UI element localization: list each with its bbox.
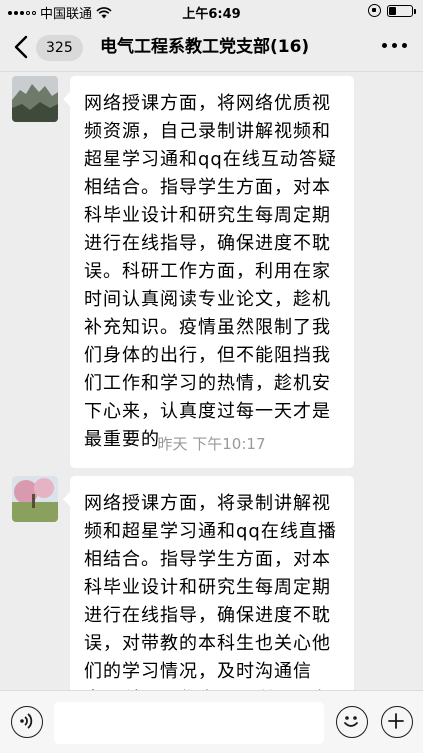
back-arrow-icon[interactable]	[12, 34, 30, 60]
message-list[interactable]: 网络授课方面，将网络优质视频资源，自己录制讲解视频和超星学习通和qq在线互动答疑…	[0, 73, 423, 690]
plus-icon[interactable]	[381, 706, 413, 738]
chat-title: 电气工程系教工党支部(16)	[100, 37, 310, 57]
voice-icon[interactable]	[11, 706, 43, 738]
unread-count-badge[interactable]: 325	[36, 35, 83, 61]
rotation-lock-icon	[368, 4, 381, 17]
emoji-icon[interactable]	[336, 706, 368, 738]
message-bubble[interactable]: 网络授课方面，将录制讲解视频和超星学习通和qq在线直播相结合。指导学生方面，对本…	[63, 476, 354, 690]
status-right	[368, 4, 416, 17]
input-bar	[0, 690, 423, 753]
avatar[interactable]	[12, 476, 58, 522]
message-row: 网络授课方面，将录制讲解视频和超星学习通和qq在线直播相结合。指导学生方面，对本…	[12, 476, 354, 690]
battery-icon	[387, 4, 416, 17]
message-row: 网络授课方面，将网络优质视频资源，自己录制讲解视频和超星学习通和qq在线互动答疑…	[12, 76, 354, 468]
message-bubble[interactable]: 网络授课方面，将网络优质视频资源，自己录制讲解视频和超星学习通和qq在线互动答疑…	[63, 76, 354, 468]
more-dots-icon[interactable]	[382, 43, 407, 48]
message-timestamp: 昨天 下午10:17	[157, 435, 266, 453]
message-input[interactable]	[54, 702, 324, 744]
avatar[interactable]	[12, 76, 58, 122]
chat-header: 325 电气工程系教工党支部(16)	[0, 22, 423, 72]
status-time: 上午6:49	[182, 7, 241, 22]
status-bar: 中国联通 上午6:49	[0, 0, 423, 22]
